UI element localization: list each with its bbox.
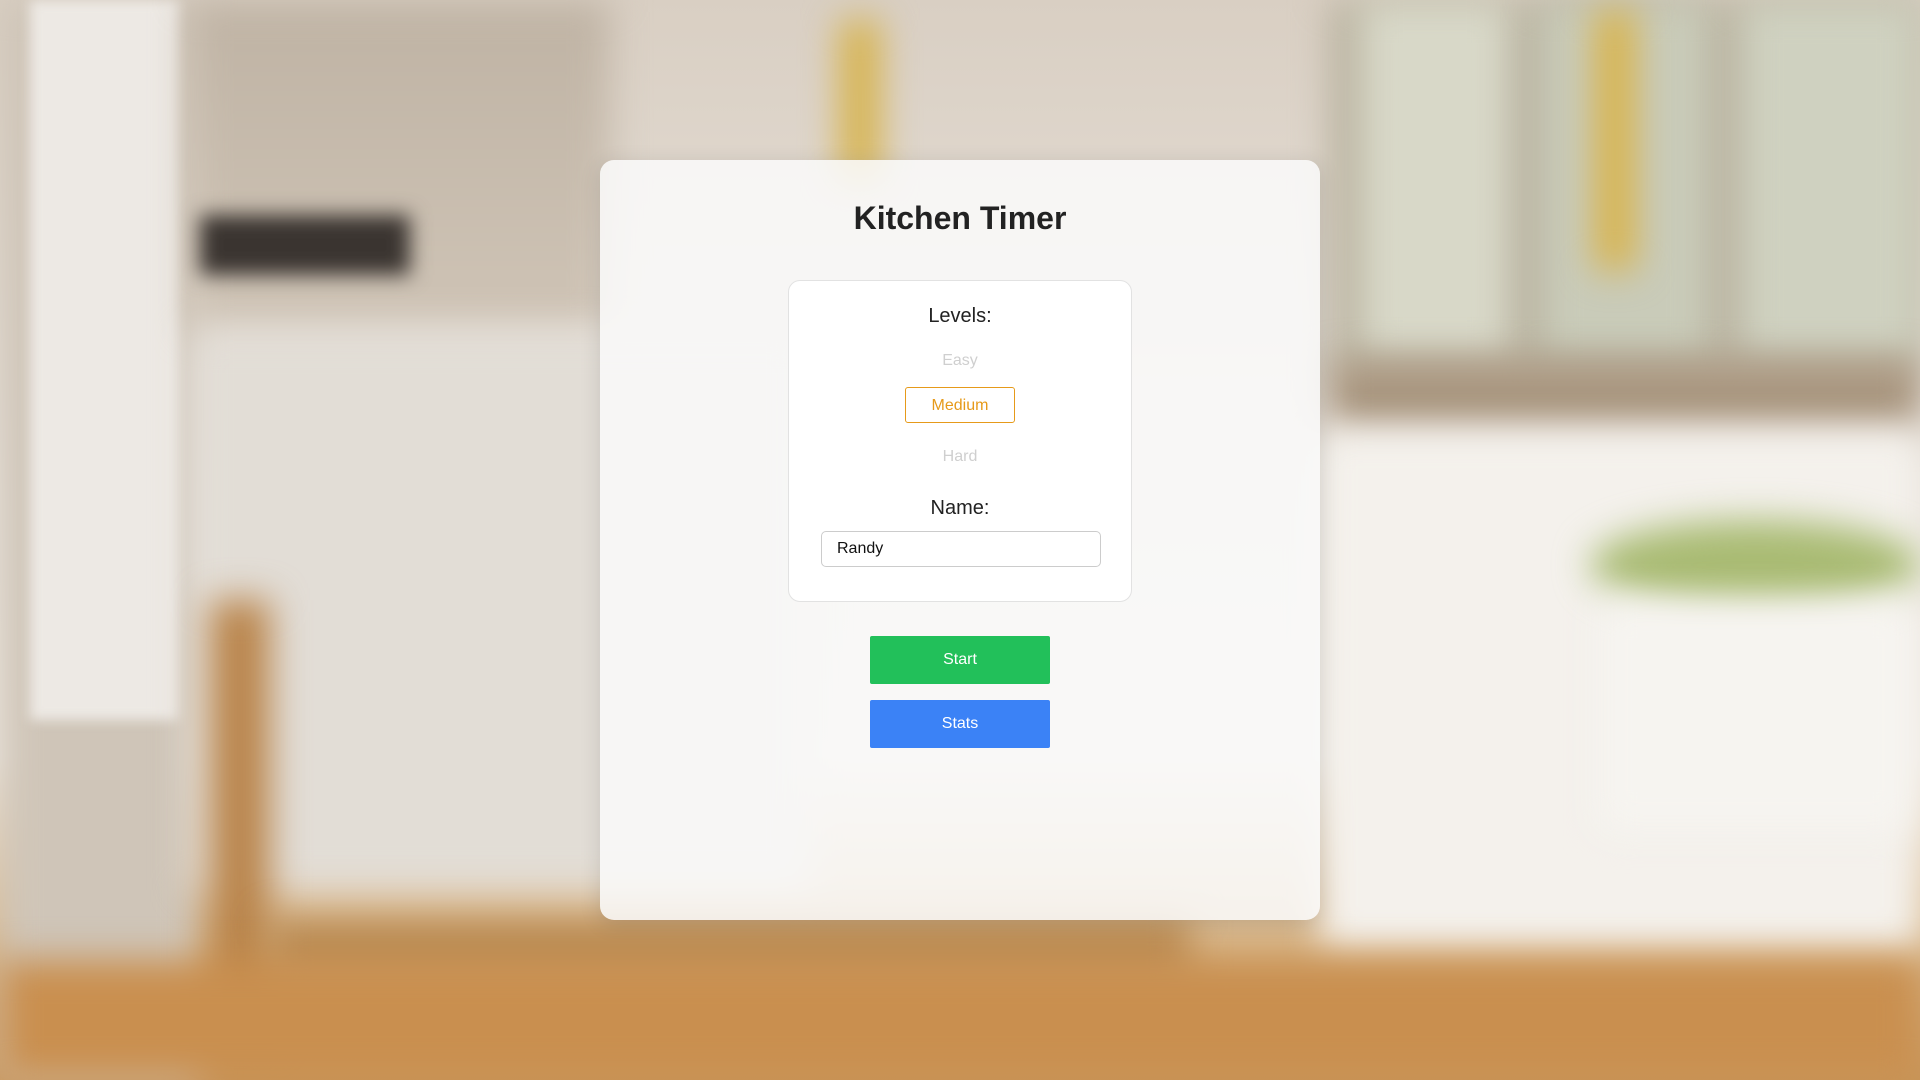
start-button[interactable]: Start [870, 636, 1050, 684]
levels-label: Levels: [928, 305, 992, 327]
background-table [0, 960, 1920, 1080]
stats-button[interactable]: Stats [870, 700, 1050, 748]
timer-card: Kitchen Timer Levels: Easy Medium Hard N… [600, 160, 1320, 920]
background-window-pane [1740, 0, 1920, 360]
background-paper [30, 0, 180, 720]
background-decor [840, 20, 880, 180]
name-input[interactable] [821, 531, 1101, 567]
level-option-easy[interactable]: Easy [905, 343, 1015, 379]
level-option-hard[interactable]: Hard [905, 439, 1015, 475]
name-label: Name: [930, 497, 990, 519]
background-pot [1600, 600, 1910, 830]
background-window-pane [1360, 0, 1510, 360]
page-title: Kitchen Timer [853, 200, 1067, 236]
level-option-medium[interactable]: Medium [905, 387, 1015, 423]
background-hood-shadow [200, 215, 410, 275]
background-decor [1595, 10, 1635, 270]
background-plant [1590, 520, 1920, 610]
settings-panel: Levels: Easy Medium Hard Name: [788, 280, 1132, 602]
background-range-hood [190, 0, 610, 330]
background-window-frame [1330, 360, 1920, 430]
